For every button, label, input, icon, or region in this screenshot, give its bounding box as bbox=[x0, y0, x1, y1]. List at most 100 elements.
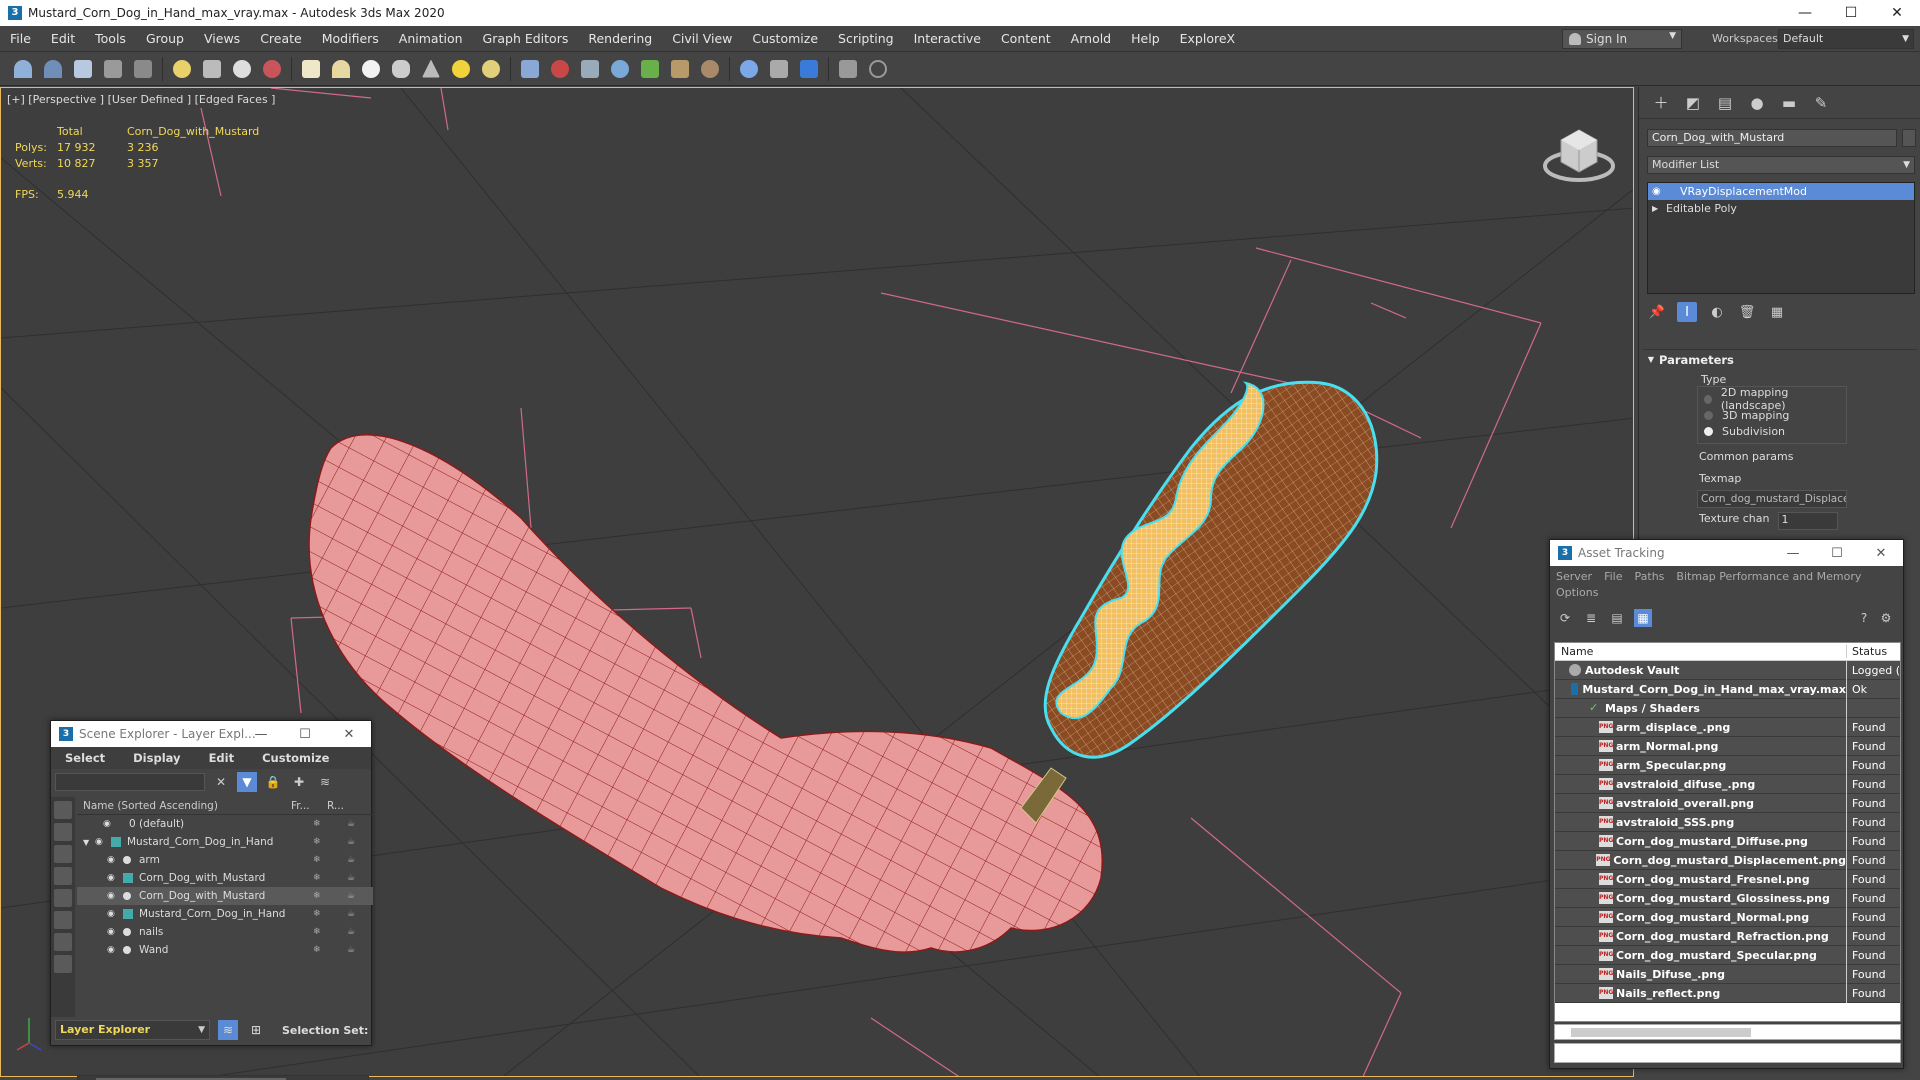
tree-row-object[interactable]: ◉ nails ❄ ☕ bbox=[77, 923, 373, 941]
col-render-header[interactable]: R... bbox=[327, 800, 344, 812]
close-button[interactable]: ✕ bbox=[1874, 0, 1920, 26]
scene-explorer-hscrollbar[interactable] bbox=[77, 1075, 369, 1080]
maximize-button[interactable]: ☐ bbox=[1815, 540, 1859, 566]
filter-icon[interactable]: ▼ bbox=[237, 772, 257, 792]
render-teapot-icon[interactable]: ☕ bbox=[347, 909, 355, 919]
filter-shapes-icon[interactable] bbox=[54, 823, 72, 841]
layer-explorer-toggle-icon[interactable]: ≋ bbox=[218, 1020, 238, 1040]
texture-chan-spinner[interactable]: 1 bbox=[1777, 512, 1838, 530]
menu-scripting[interactable]: Scripting bbox=[828, 26, 904, 52]
asset-row[interactable]: PNG Corn_dog_mustard_Displacement.png Foun… bbox=[1555, 850, 1900, 870]
freeze-icon[interactable]: ❄ bbox=[313, 891, 321, 901]
detail-view-icon[interactable]: ▤ bbox=[1608, 609, 1626, 627]
menu-explorex[interactable]: ExploreX bbox=[1170, 26, 1245, 52]
configure-sets-icon[interactable]: ▦ bbox=[1767, 302, 1787, 322]
expand-triangle-icon[interactable]: ▼ bbox=[83, 838, 95, 847]
particle-icon[interactable] bbox=[517, 56, 543, 82]
lock-icon[interactable]: 🔒 bbox=[263, 772, 283, 792]
tree-row-default-layer[interactable]: ◉ 0 (default) ❄ ☕ bbox=[77, 815, 373, 833]
asset-row[interactable]: Mustard_Corn_Dog_in_Hand_max_vray.max Ok bbox=[1555, 679, 1900, 699]
material-editor-icon[interactable] bbox=[736, 56, 762, 82]
motion-tab-icon[interactable]: ● bbox=[1745, 92, 1769, 114]
at-menu-options[interactable]: Options bbox=[1550, 586, 1903, 604]
unlink-icon[interactable] bbox=[100, 56, 126, 82]
cone-icon[interactable] bbox=[418, 56, 444, 82]
filter-lights-icon[interactable] bbox=[54, 845, 72, 863]
hierarchy-toggle-icon[interactable]: ⊞ bbox=[246, 1020, 266, 1040]
eye-icon[interactable]: ◉ bbox=[107, 855, 123, 865]
select-link-icon[interactable] bbox=[70, 56, 96, 82]
menu-interactive[interactable]: Interactive bbox=[904, 26, 991, 52]
stack-item-editable-poly[interactable]: ▶ Editable Poly bbox=[1648, 200, 1914, 217]
scene-explorer-search-input[interactable] bbox=[55, 773, 205, 791]
filter-geometry-icon[interactable] bbox=[54, 801, 72, 819]
eye-icon[interactable]: ◉ bbox=[107, 873, 123, 883]
menu-animation[interactable]: Animation bbox=[389, 26, 473, 52]
redo-icon[interactable] bbox=[40, 56, 66, 82]
tree-row-object[interactable]: ◉ arm ❄ ☕ bbox=[77, 851, 373, 869]
radio-2d-mapping[interactable]: 2D mapping (landscape) bbox=[1704, 386, 1840, 412]
menu-rendering[interactable]: Rendering bbox=[578, 26, 662, 52]
eye-icon[interactable]: ◉ bbox=[107, 909, 123, 919]
layout-icon[interactable] bbox=[835, 56, 861, 82]
asset-path-field[interactable] bbox=[1554, 1043, 1901, 1063]
freeze-icon[interactable]: ❄ bbox=[313, 873, 321, 883]
bone-icon[interactable] bbox=[577, 56, 603, 82]
asset-row[interactable]: PNG Corn_dog_mustard_Refraction.png Found bbox=[1555, 926, 1900, 946]
tree-row-object-selected[interactable]: ◉ Corn_Dog_with_Mustard ❄ ☕ bbox=[77, 887, 373, 905]
bind-space-warp-icon[interactable] bbox=[130, 56, 156, 82]
se-menu-display[interactable]: Display bbox=[119, 751, 194, 765]
capsule-icon[interactable] bbox=[547, 56, 573, 82]
minimize-button[interactable]: — bbox=[1782, 0, 1828, 26]
sphere-icon[interactable] bbox=[358, 56, 384, 82]
object-name-field[interactable]: Corn_Dog_with_Mustard bbox=[1647, 129, 1897, 147]
select-move-icon[interactable] bbox=[229, 56, 255, 82]
sign-in-dropdown[interactable]: Sign In ▼ bbox=[1562, 29, 1682, 49]
menu-content[interactable]: Content bbox=[991, 26, 1061, 52]
minimize-button[interactable]: — bbox=[239, 721, 283, 747]
help-icon[interactable] bbox=[865, 56, 891, 82]
stack-item-vray-displacement[interactable]: ◉ VRayDisplacementMod bbox=[1648, 183, 1914, 200]
menu-civil-view[interactable]: Civil View bbox=[662, 26, 742, 52]
expand-triangle-icon[interactable]: ▶ bbox=[1652, 204, 1666, 213]
asset-row[interactable]: PNG Nails_Difuse_.png Found bbox=[1555, 964, 1900, 984]
render-teapot-icon[interactable]: ☕ bbox=[347, 891, 355, 901]
menu-arnold[interactable]: Arnold bbox=[1061, 26, 1121, 52]
asset-row[interactable]: PNG Corn_dog_mustard_Specular.png Found bbox=[1555, 945, 1900, 965]
filter-cameras-icon[interactable] bbox=[54, 867, 72, 885]
render-teapot-icon[interactable]: ☕ bbox=[347, 873, 355, 883]
sphere-half-icon[interactable] bbox=[328, 56, 354, 82]
render-teapot-icon[interactable]: ☕ bbox=[347, 855, 355, 865]
refresh-icon[interactable]: ⟳ bbox=[1556, 609, 1574, 627]
freeze-icon[interactable]: ❄ bbox=[313, 927, 321, 937]
at-menu-paths[interactable]: Paths bbox=[1635, 570, 1665, 583]
eye-icon[interactable]: ◉ bbox=[95, 837, 111, 847]
asset-row[interactable]: PNG Corn_dog_mustard_Diffuse.png Found bbox=[1555, 831, 1900, 851]
list-view-icon[interactable]: ≣ bbox=[1582, 609, 1600, 627]
asset-row[interactable]: PNG avstraloid_overall.png Found bbox=[1555, 793, 1900, 813]
menu-edit[interactable]: Edit bbox=[41, 26, 85, 52]
col-frozen-header[interactable]: Fr... bbox=[291, 800, 327, 812]
menu-help[interactable]: Help bbox=[1121, 26, 1170, 52]
undo-icon[interactable] bbox=[10, 56, 36, 82]
layers-icon[interactable]: ≋ bbox=[315, 772, 335, 792]
render-teapot-icon[interactable]: ☕ bbox=[347, 945, 355, 955]
menu-file[interactable]: File bbox=[0, 26, 41, 52]
minimize-button[interactable]: — bbox=[1771, 540, 1815, 566]
filter-spacewarps-icon[interactable] bbox=[54, 911, 72, 929]
filter-groups-icon[interactable] bbox=[54, 933, 72, 951]
freeze-icon[interactable]: ❄ bbox=[313, 945, 321, 955]
menu-create[interactable]: Create bbox=[250, 26, 312, 52]
add-layer-icon[interactable]: ✚ bbox=[289, 772, 309, 792]
render-setup-icon[interactable] bbox=[766, 56, 792, 82]
close-button[interactable]: ✕ bbox=[1859, 540, 1903, 566]
se-menu-select[interactable]: Select bbox=[51, 751, 119, 765]
hair-icon[interactable] bbox=[667, 56, 693, 82]
close-button[interactable]: ✕ bbox=[327, 721, 371, 747]
teapot-icon[interactable] bbox=[388, 56, 414, 82]
render-teapot-icon[interactable]: ☕ bbox=[347, 819, 355, 829]
menu-group[interactable]: Group bbox=[136, 26, 194, 52]
filter-helpers-icon[interactable] bbox=[54, 889, 72, 907]
freeze-icon[interactable]: ❄ bbox=[313, 909, 321, 919]
freeze-icon[interactable]: ❄ bbox=[313, 837, 321, 847]
